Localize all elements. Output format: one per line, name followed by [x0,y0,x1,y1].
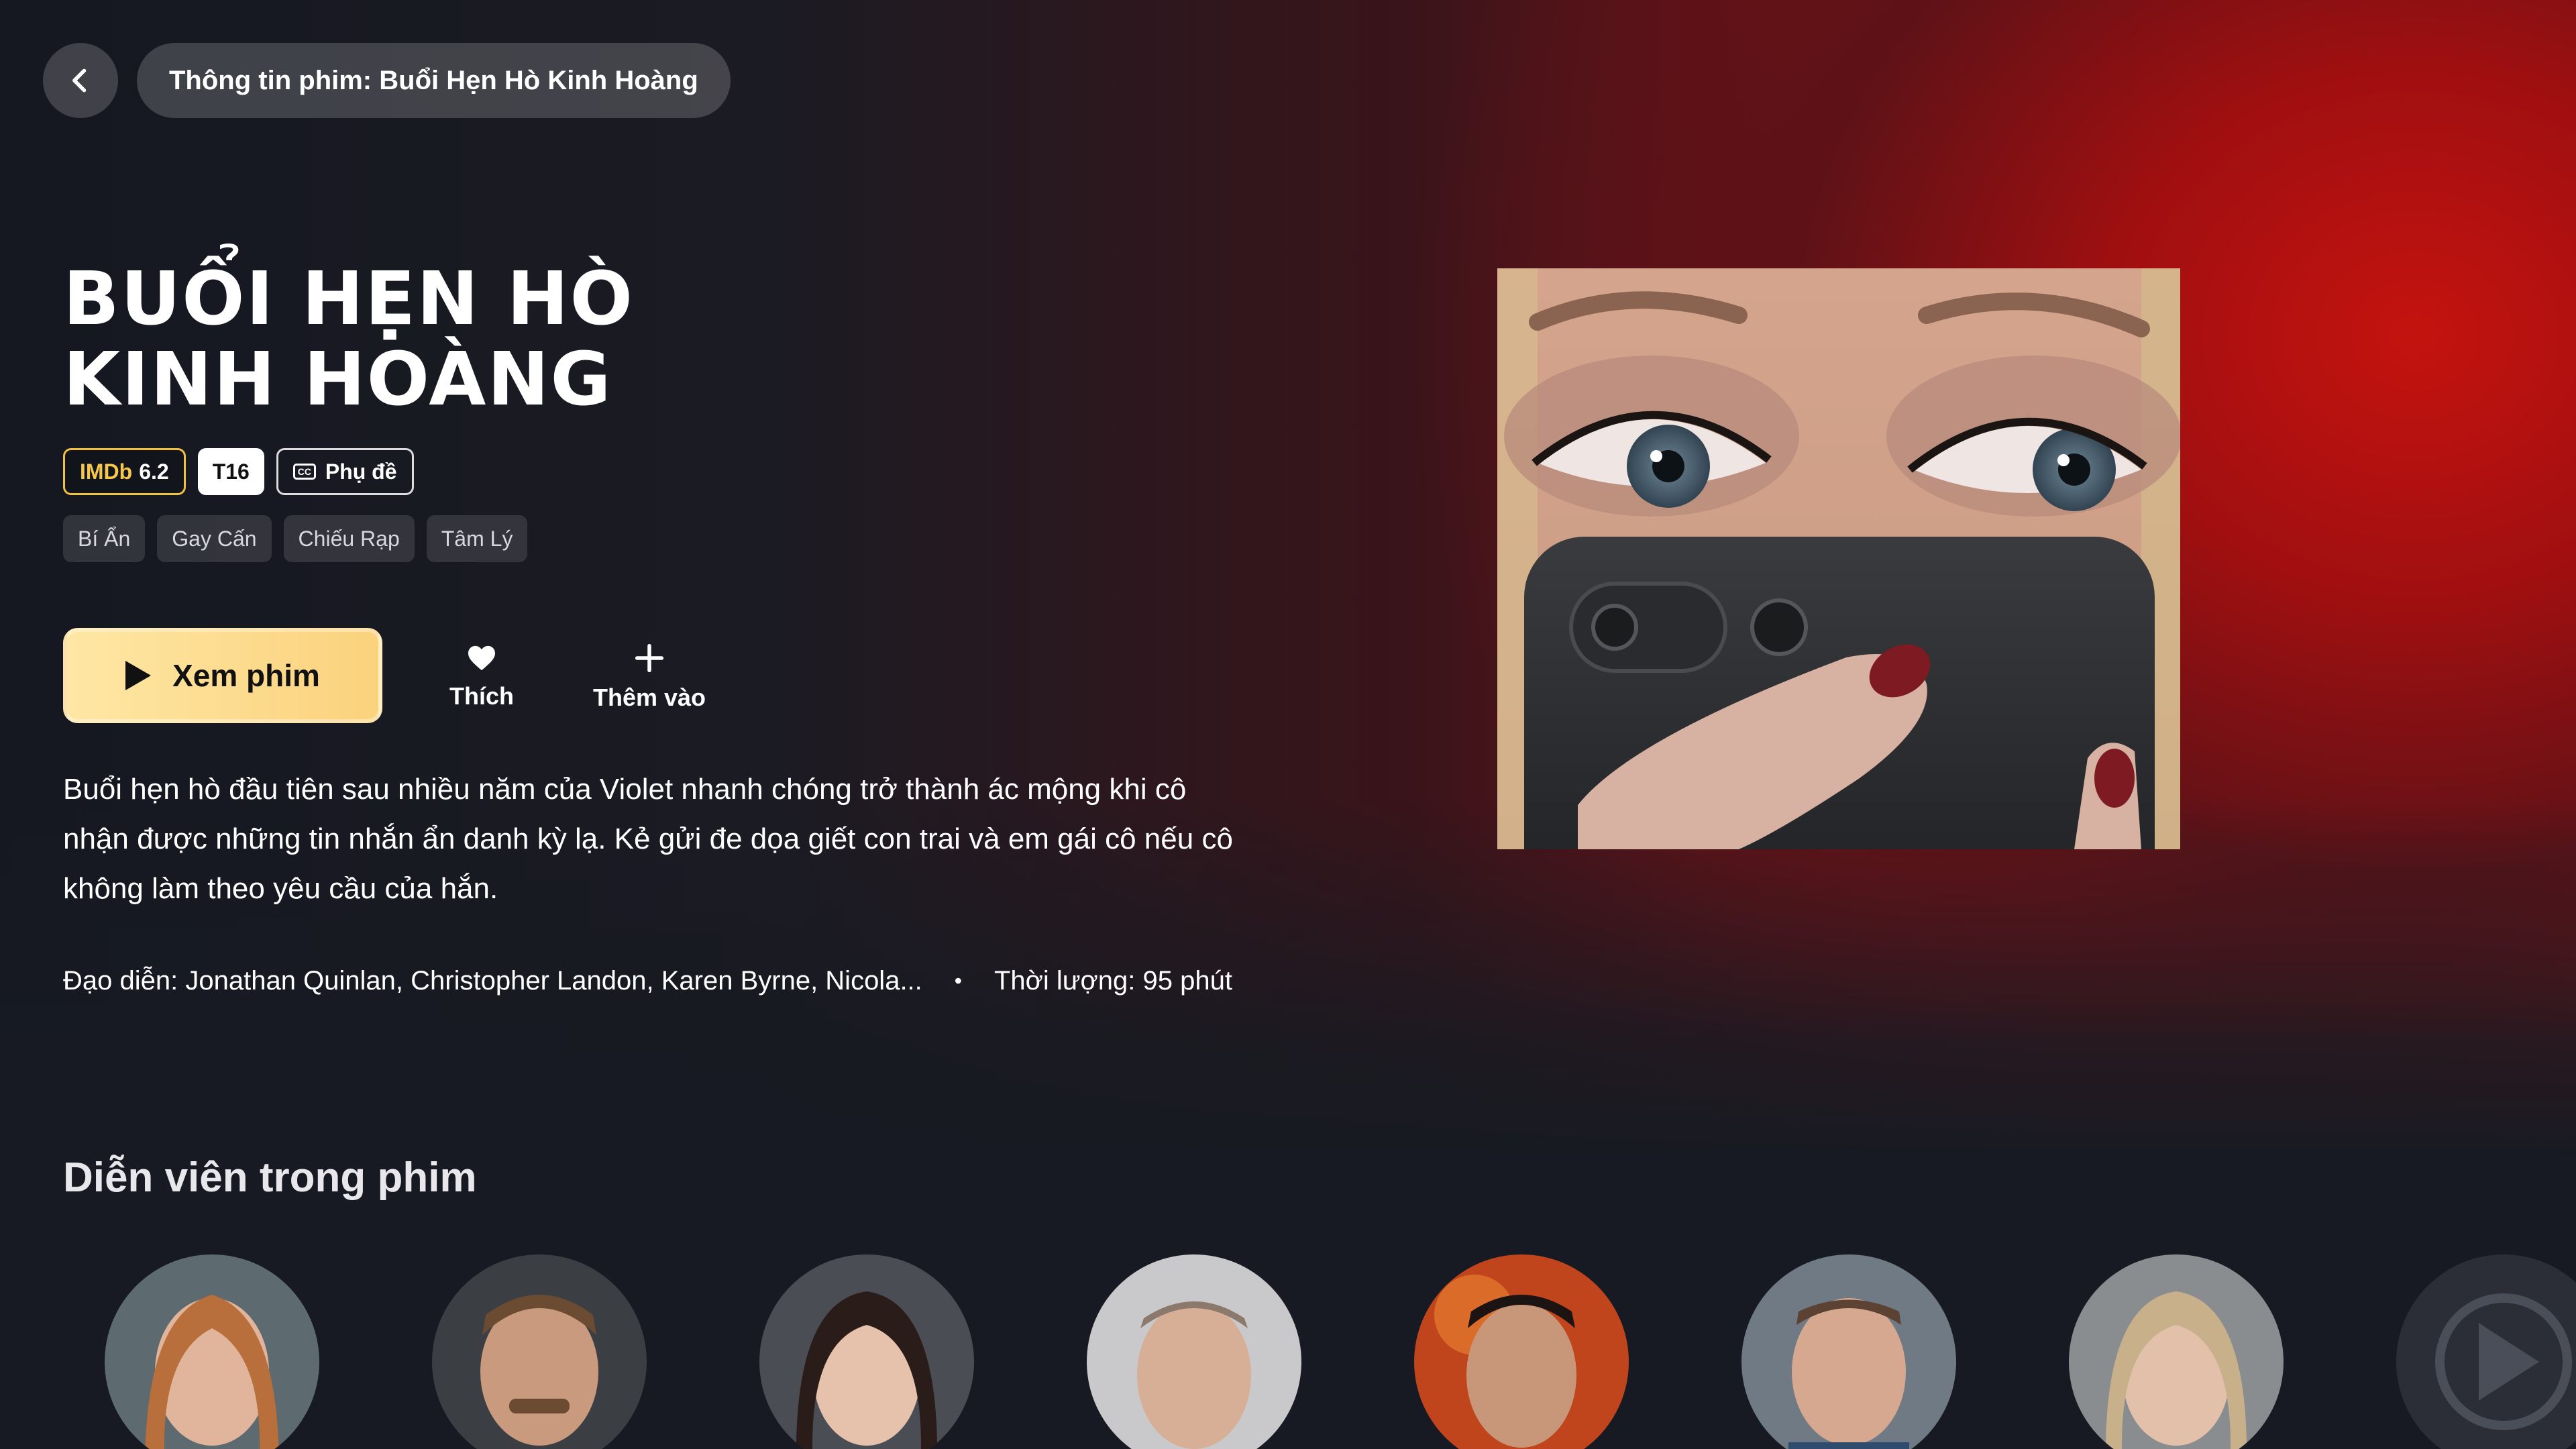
add-label: Thêm vào [592,684,706,711]
cast-avatar[interactable] [105,1254,319,1449]
genre-tag[interactable]: Bí Ẩn [63,515,146,562]
plus-icon [635,643,664,673]
movie-title: BUỔI HẸN HÒ KINH HOÀNG [63,258,801,419]
movie-poster [1497,268,2180,849]
movie-description: Buổi hẹn hò đầu tiên sau nhiều năm của V… [63,773,1233,905]
cast-section-title: Diễn viên trong phim [63,1155,477,1201]
subtitle-label: Phụ đề [325,459,397,484]
imdb-badge: IMDb 6.2 [63,448,186,495]
genre-tag[interactable]: Tâm Lý [426,515,528,562]
cast-avatar[interactable] [759,1254,974,1449]
age-rating-badge: T16 [197,448,264,495]
cc-icon: CC [292,464,316,480]
movie-title-line-2: KINH HOÀNG [63,336,612,422]
genre-list: Bí Ẩn Gay Cấn Chiếu Rạp Tâm Lý [63,515,528,562]
cast-avatar[interactable] [2069,1254,2284,1449]
back-button[interactable] [43,43,118,118]
subtitle-badge: CC Phụ đề [276,448,414,495]
watch-button[interactable]: Xem phim [63,628,382,723]
heart-icon [468,645,495,671]
breadcrumb: Thông tin phim: Buổi Hẹn Hò Kinh Hoàng [137,43,731,118]
duration-info: Thời lượng: 95 phút [994,966,1232,996]
like-button[interactable]: Thích [401,631,562,724]
imdb-label: IMDb [80,459,133,484]
cast-list [0,1254,2576,1449]
chevron-left-icon [72,68,87,93]
genre-tag[interactable]: Chiếu Rạp [283,515,415,562]
badge-row: IMDb 6.2 T16 CC Phụ đề [63,448,414,495]
genre-tag[interactable]: Gay Cấn [157,515,272,562]
director-info: Đạo diễn: Jonathan Quinlan, Christopher … [63,966,922,996]
movie-detail-page: Thông tin phim: Buổi Hẹn Hò Kinh Hoàng B… [0,0,2576,1449]
cast-avatar[interactable] [432,1254,647,1449]
cast-avatar[interactable] [1741,1254,1956,1449]
imdb-score: 6.2 [139,459,169,484]
meta-separator: • [954,969,962,993]
movie-title-line-1: BUỔI HẸN HÒ [63,256,635,341]
cast-avatar[interactable] [2396,1254,2576,1449]
movie-meta: Đạo diễn: Jonathan Quinlan, Christopher … [63,966,1232,996]
like-label: Thích [449,682,514,710]
watch-button-label: Xem phim [172,658,320,693]
play-icon [125,661,152,690]
add-to-list-button[interactable]: Thêm vào [569,631,730,724]
cast-avatar[interactable] [1087,1254,1301,1449]
cast-avatar[interactable] [1414,1254,1629,1449]
